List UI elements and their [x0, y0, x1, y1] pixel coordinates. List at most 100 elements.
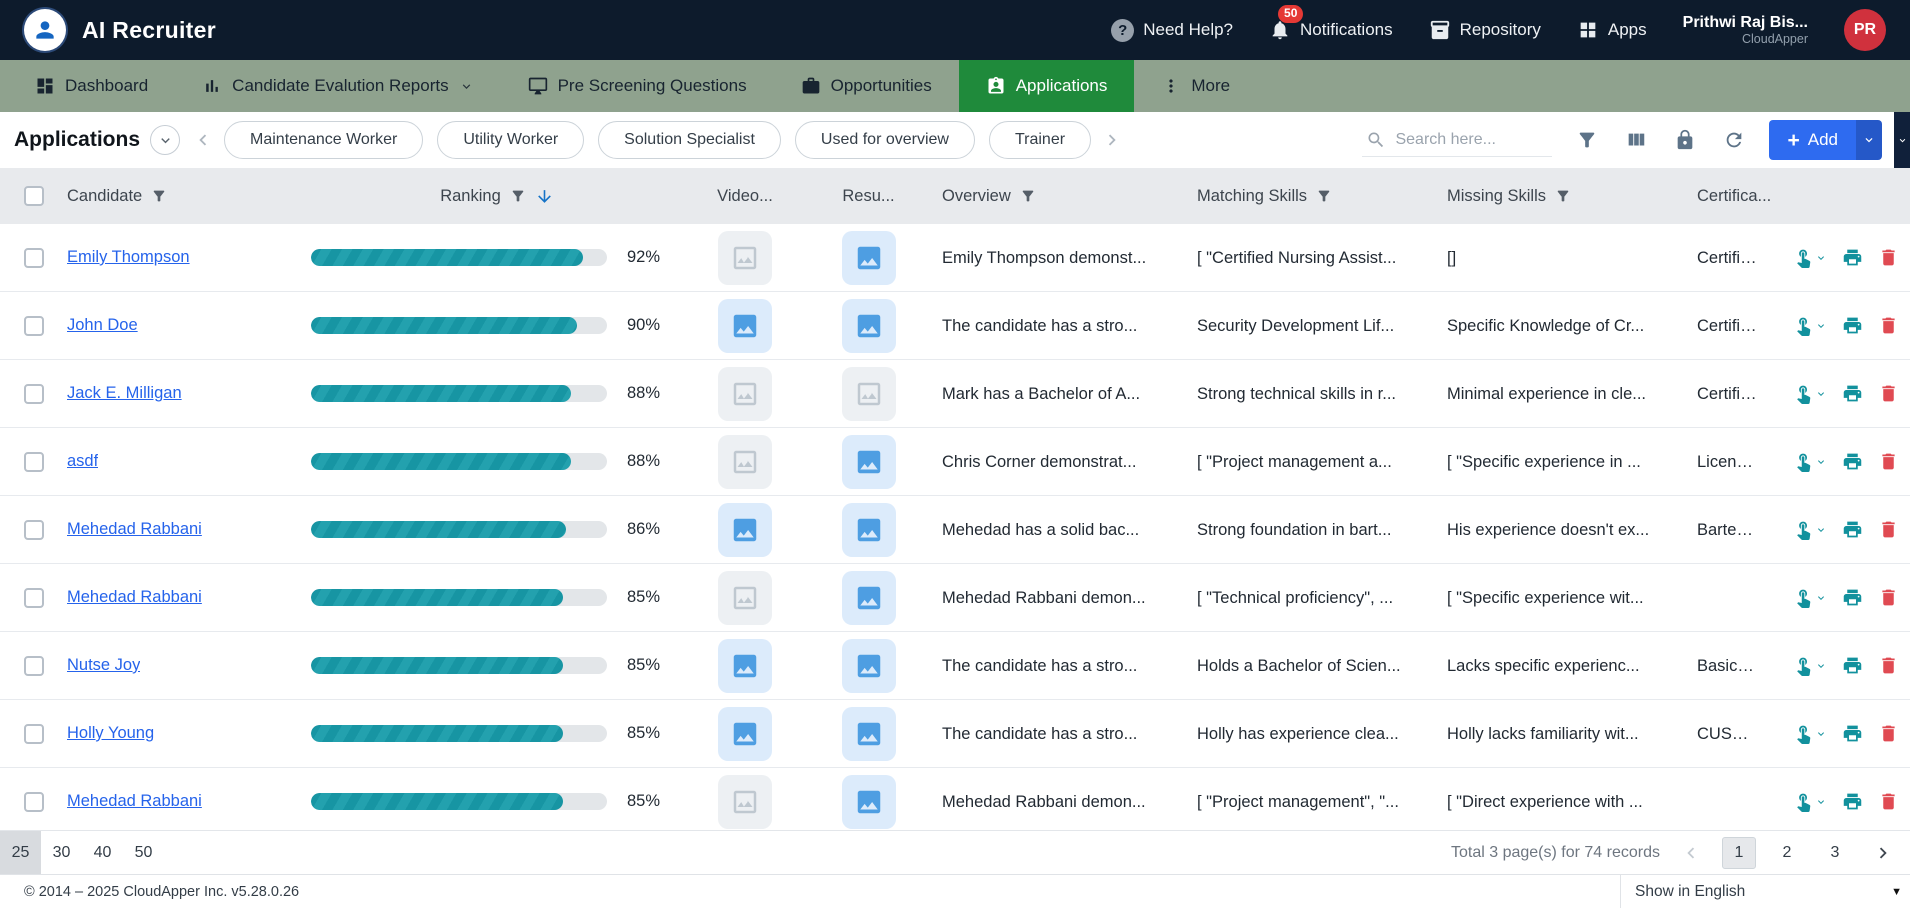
row-checkbox[interactable]: [24, 520, 44, 540]
column-header-ranking[interactable]: Ranking: [311, 187, 683, 206]
language-select[interactable]: Show in English ▼: [1620, 875, 1910, 908]
delete-button[interactable]: [1878, 587, 1899, 608]
delete-button[interactable]: [1878, 383, 1899, 404]
app-logo[interactable]: [24, 9, 66, 51]
page-size-50[interactable]: 50: [123, 831, 164, 874]
resume-thumbnail[interactable]: [842, 503, 896, 557]
nav-item-more[interactable]: More: [1134, 60, 1257, 112]
row-checkbox[interactable]: [24, 588, 44, 608]
nav-item-candidate-evalution-reports[interactable]: Candidate Evalution Reports: [175, 60, 500, 112]
nav-item-dashboard[interactable]: Dashboard: [8, 60, 175, 112]
resume-thumbnail[interactable]: [842, 435, 896, 489]
delete-button[interactable]: [1878, 247, 1899, 268]
video-thumbnail[interactable]: [718, 367, 772, 421]
delete-button[interactable]: [1878, 315, 1899, 336]
column-header-candidate[interactable]: Candidate: [67, 187, 311, 206]
column-header-resume[interactable]: Resu...: [807, 187, 930, 206]
quick-action-button[interactable]: [1793, 247, 1827, 268]
quick-action-button[interactable]: [1793, 451, 1827, 472]
next-page-button[interactable]: [1872, 842, 1894, 864]
resume-thumbnail[interactable]: [842, 571, 896, 625]
delete-button[interactable]: [1878, 723, 1899, 744]
add-dropdown-button[interactable]: [1856, 120, 1882, 160]
column-header-missing-skills[interactable]: Missing Skills: [1435, 187, 1685, 206]
add-button[interactable]: + Add: [1769, 120, 1856, 160]
delete-button[interactable]: [1878, 451, 1899, 472]
sort-desc-icon[interactable]: [535, 187, 554, 206]
print-button[interactable]: [1842, 655, 1863, 676]
filter-pill[interactable]: Used for overview: [795, 121, 975, 159]
resume-thumbnail[interactable]: [842, 231, 896, 285]
candidate-link[interactable]: Holly Young: [67, 724, 154, 743]
video-thumbnail[interactable]: [718, 435, 772, 489]
column-header-certification[interactable]: Certifica...: [1685, 187, 1773, 206]
resume-thumbnail[interactable]: [842, 707, 896, 761]
notifications-button[interactable]: 50 Notifications: [1269, 19, 1393, 41]
nav-item-pre-screening-questions[interactable]: Pre Screening Questions: [501, 60, 774, 112]
side-panel-toggle[interactable]: [1894, 112, 1910, 168]
row-checkbox[interactable]: [24, 452, 44, 472]
candidate-link[interactable]: Jack E. Milligan: [67, 384, 182, 403]
refresh-icon[interactable]: [1723, 129, 1745, 151]
user-menu[interactable]: Prithwi Raj Bis... CloudApper: [1683, 13, 1808, 47]
candidate-link[interactable]: Mehedad Rabbani: [67, 520, 202, 539]
nav-item-opportunities[interactable]: Opportunities: [774, 60, 959, 112]
print-button[interactable]: [1842, 315, 1863, 336]
column-header-overview[interactable]: Overview: [930, 187, 1185, 206]
filter-pill[interactable]: Maintenance Worker: [224, 121, 423, 159]
nav-item-applications[interactable]: Applications: [959, 60, 1135, 112]
avatar[interactable]: PR: [1844, 9, 1886, 51]
page-1[interactable]: 1: [1722, 837, 1756, 869]
print-button[interactable]: [1842, 247, 1863, 268]
quick-action-button[interactable]: [1793, 315, 1827, 336]
print-button[interactable]: [1842, 791, 1863, 812]
delete-button[interactable]: [1878, 655, 1899, 676]
view-switcher-button[interactable]: [150, 125, 180, 155]
row-checkbox[interactable]: [24, 384, 44, 404]
resume-thumbnail[interactable]: [842, 775, 896, 829]
filter-icon[interactable]: [1020, 188, 1036, 204]
filter-pill[interactable]: Trainer: [989, 121, 1091, 159]
video-thumbnail[interactable]: [718, 231, 772, 285]
candidate-link[interactable]: asdf: [67, 452, 98, 471]
quick-action-button[interactable]: [1793, 383, 1827, 404]
repository-button[interactable]: Repository: [1429, 19, 1541, 41]
filter-icon[interactable]: [1576, 129, 1598, 151]
delete-button[interactable]: [1878, 519, 1899, 540]
delete-button[interactable]: [1878, 791, 1899, 812]
print-button[interactable]: [1842, 723, 1863, 744]
filter-icon[interactable]: [510, 188, 526, 204]
row-checkbox[interactable]: [24, 316, 44, 336]
page-2[interactable]: 2: [1770, 837, 1804, 869]
columns-icon[interactable]: [1625, 129, 1647, 151]
print-button[interactable]: [1842, 451, 1863, 472]
lock-icon[interactable]: [1674, 129, 1696, 151]
page-size-30[interactable]: 30: [41, 831, 82, 874]
candidate-link[interactable]: Nutse Joy: [67, 656, 140, 675]
print-button[interactable]: [1842, 519, 1863, 540]
print-button[interactable]: [1842, 383, 1863, 404]
quick-action-button[interactable]: [1793, 519, 1827, 540]
pills-scroll-right[interactable]: [1101, 129, 1123, 151]
search-input[interactable]: [1395, 131, 1535, 149]
filter-pill[interactable]: Utility Worker: [437, 121, 584, 159]
row-checkbox[interactable]: [24, 656, 44, 676]
page-size-40[interactable]: 40: [82, 831, 123, 874]
candidate-link[interactable]: John Doe: [67, 316, 138, 335]
column-header-video[interactable]: Video...: [683, 187, 807, 206]
page-size-25[interactable]: 25: [0, 831, 41, 874]
video-thumbnail[interactable]: [718, 571, 772, 625]
quick-action-button[interactable]: [1793, 723, 1827, 744]
filter-icon[interactable]: [1316, 188, 1332, 204]
need-help-button[interactable]: ? Need Help?: [1111, 19, 1233, 42]
quick-action-button[interactable]: [1793, 791, 1827, 812]
page-3[interactable]: 3: [1818, 837, 1852, 869]
apps-button[interactable]: Apps: [1577, 19, 1647, 41]
filter-icon[interactable]: [151, 188, 167, 204]
prev-page-button[interactable]: [1680, 842, 1702, 864]
quick-action-button[interactable]: [1793, 655, 1827, 676]
quick-action-button[interactable]: [1793, 587, 1827, 608]
video-thumbnail[interactable]: [718, 775, 772, 829]
row-checkbox[interactable]: [24, 724, 44, 744]
row-checkbox[interactable]: [24, 792, 44, 812]
